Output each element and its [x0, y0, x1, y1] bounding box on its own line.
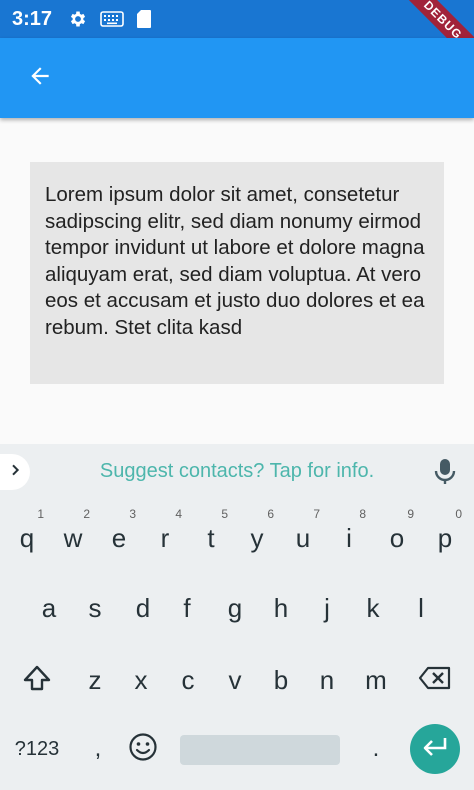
back-button[interactable] — [18, 58, 62, 98]
key-x[interactable]: x — [118, 647, 164, 713]
contact-suggestion[interactable]: Suggest contacts? Tap for info. — [0, 460, 474, 483]
keyboard-icon — [100, 10, 124, 28]
key-o[interactable]: 9o — [374, 505, 420, 571]
key-s[interactable]: s — [72, 575, 118, 641]
shift-key[interactable] — [14, 647, 60, 713]
key-l[interactable]: l — [398, 575, 444, 641]
key-n[interactable]: n — [304, 647, 350, 713]
key-row-3: z x c v b n m — [0, 647, 474, 713]
backspace-icon — [418, 666, 452, 695]
shift-icon — [22, 664, 52, 697]
soft-keyboard: Suggest contacts? Tap for info. 1q 2w 3e… — [0, 444, 474, 790]
text-field-content: Lorem ipsum dolor sit amet, consetetur s… — [45, 183, 425, 339]
key-i[interactable]: 8i — [326, 505, 372, 571]
text-field[interactable]: Lorem ipsum dolor sit amet, consetetur s… — [30, 162, 444, 384]
mic-icon[interactable] — [434, 458, 456, 491]
key-row-2: a s d f g h j k l — [0, 575, 474, 641]
key-k[interactable]: k — [350, 575, 396, 641]
key-p[interactable]: 0p — [422, 505, 468, 571]
arrow-back-icon — [27, 63, 53, 94]
status-time: 3:17 — [12, 7, 53, 30]
key-e[interactable]: 3e — [96, 505, 142, 571]
key-a[interactable]: a — [26, 575, 72, 641]
key-f[interactable]: f — [164, 575, 210, 641]
key-t[interactable]: 5t — [188, 505, 234, 571]
key-d[interactable]: d — [120, 575, 166, 641]
debug-banner: DEBUG — [389, 0, 474, 38]
key-u[interactable]: 7u — [280, 505, 326, 571]
key-h[interactable]: h — [258, 575, 304, 641]
key-j[interactable]: j — [304, 575, 350, 641]
status-bar: 3:17 DEBUG — [0, 0, 474, 38]
key-comma[interactable]: , — [78, 716, 118, 782]
key-c[interactable]: c — [165, 647, 211, 713]
key-row-1: 1q 2w 3e 4r 5t 6y 7u 8i 9o 0p — [0, 505, 474, 571]
key-g[interactable]: g — [212, 575, 258, 641]
suggestion-strip: Suggest contacts? Tap for info. — [0, 444, 474, 500]
key-period[interactable]: . — [356, 716, 396, 782]
enter-icon — [421, 736, 449, 763]
key-q[interactable]: 1q — [4, 505, 50, 571]
emoji-key[interactable] — [120, 716, 166, 782]
spacebar[interactable] — [180, 735, 340, 765]
key-b[interactable]: b — [258, 647, 304, 713]
backspace-key[interactable] — [410, 647, 460, 713]
key-v[interactable]: v — [212, 647, 258, 713]
key-m[interactable]: m — [353, 647, 399, 713]
enter-key[interactable] — [410, 724, 460, 774]
key-r[interactable]: 4r — [142, 505, 188, 571]
smiley-icon — [128, 732, 158, 767]
key-z[interactable]: z — [72, 647, 118, 713]
gear-icon — [68, 9, 88, 29]
symbols-key[interactable]: ?123 — [6, 716, 68, 782]
key-w[interactable]: 2w — [50, 505, 96, 571]
key-y[interactable]: 6y — [234, 505, 280, 571]
sd-card-icon — [136, 9, 152, 29]
app-bar — [0, 38, 474, 118]
